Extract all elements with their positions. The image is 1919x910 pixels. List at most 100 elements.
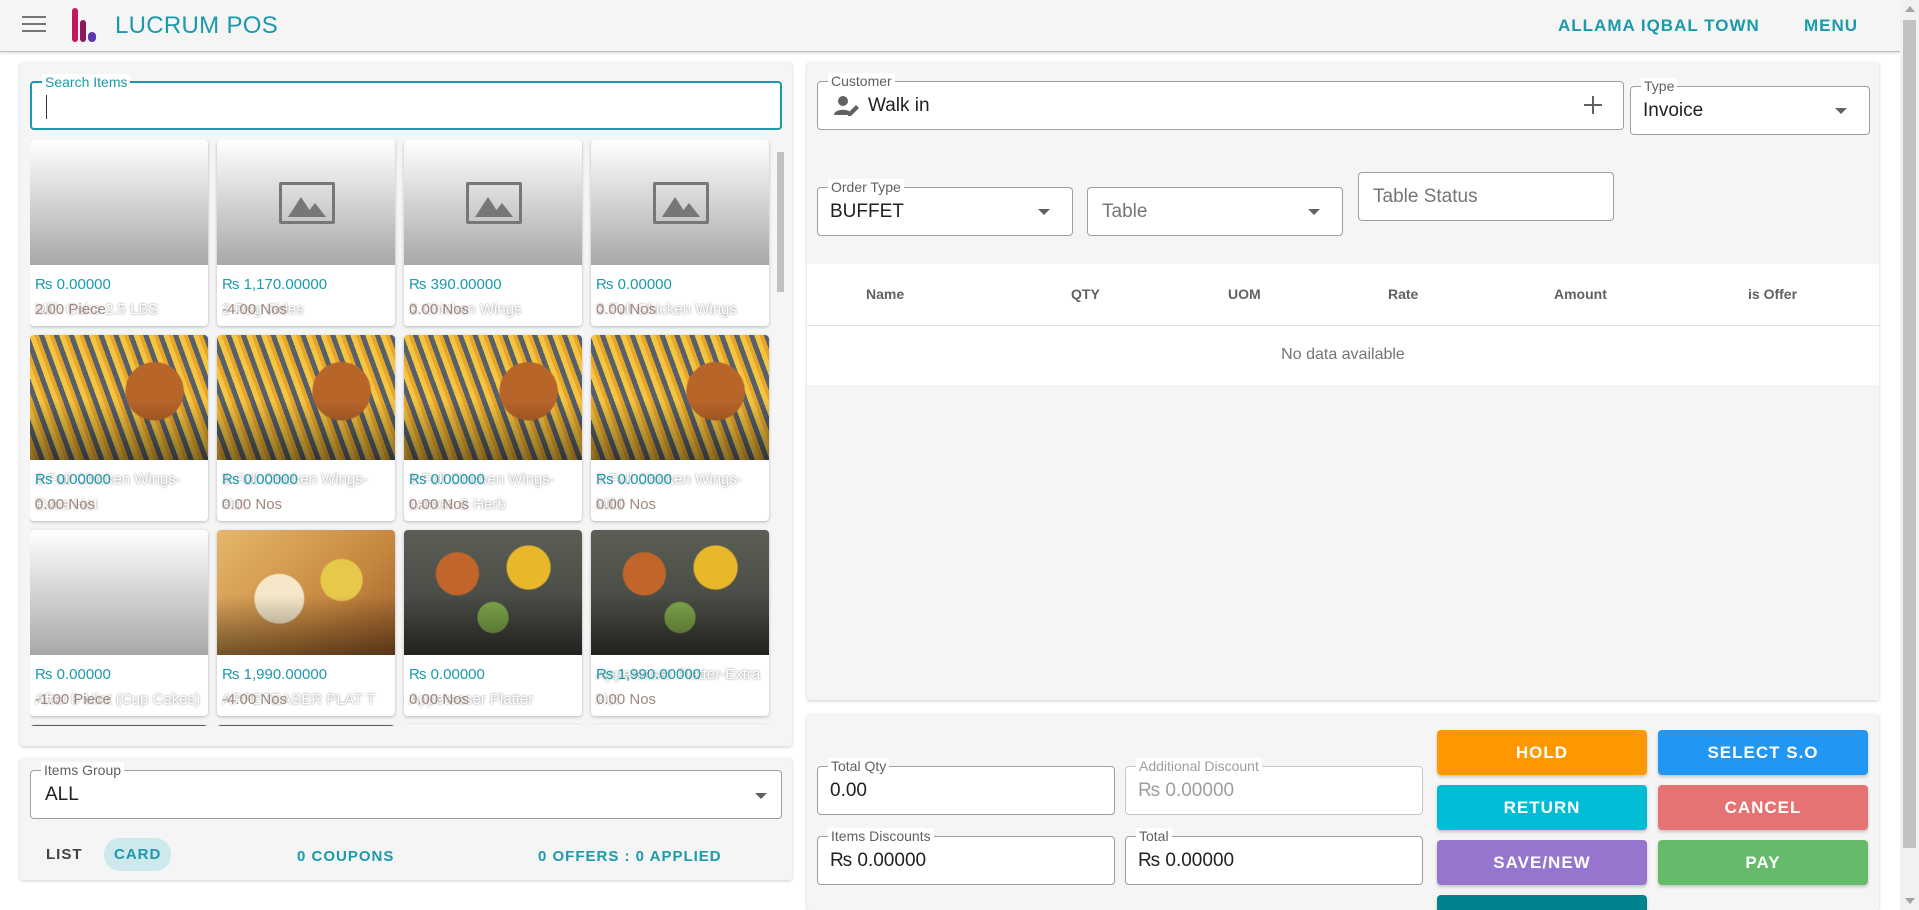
total-label: Total — [1136, 828, 1172, 844]
image-placeholder-icon — [279, 182, 335, 224]
offers-button[interactable]: 0 OFFERS : 0 APPLIED — [538, 848, 722, 865]
type-select[interactable]: Type Invoice — [1630, 78, 1870, 135]
page-scrollbar[interactable] — [1900, 0, 1919, 910]
pay-button[interactable]: PAY — [1658, 840, 1868, 885]
item-card[interactable]: Appeteaser Platter ₨ 0.00000 0.00 Nos — [404, 530, 582, 716]
item-image — [404, 335, 582, 460]
app-bar: LUCRUM POS ALLAMA IQBAL TOWN MENU — [0, 0, 1900, 52]
column-header-is-offer[interactable]: is Offer — [1748, 286, 1797, 302]
item-image — [404, 725, 582, 726]
order-items-table: Name QTY UOM Rate Amount is Offer No dat… — [807, 264, 1879, 385]
total-field[interactable]: Total ₨ 0.00000 — [1125, 828, 1423, 885]
items-discounts-value: ₨ 0.00000 — [830, 850, 927, 871]
location-button[interactable]: ALLAMA IQBAL TOWN — [1558, 16, 1760, 36]
customer-label: Customer — [828, 73, 895, 89]
item-card[interactable]: 3 Chicken Wings ₨ 390.00000 0.00 Nos — [404, 140, 582, 326]
scroll-up-icon[interactable] — [1905, 6, 1915, 12]
tab-list[interactable]: LIST — [36, 838, 93, 871]
item-card[interactable]: After 8 Mint (Cup Cakes) ₨ 0.00000 -1.00… — [30, 530, 208, 716]
item-price: ₨ 1,170.00000 — [222, 276, 328, 293]
item-price: ₨ 0.00000 — [35, 276, 111, 293]
table-status-field[interactable]: Table Status — [1358, 172, 1614, 221]
item-qty: -1.00 Piece — [35, 691, 111, 708]
customer-field[interactable]: Customer Walk in — [817, 73, 1624, 130]
item-qty: 0.00 Nos — [596, 301, 657, 318]
hamburger-menu-icon[interactable] — [22, 16, 46, 34]
totals-panel: Total Qty 0.00 Additional Discount ₨ 0.0… — [807, 714, 1879, 910]
text-cursor — [46, 95, 47, 119]
item-price: ₨ 0.00000 — [35, 666, 111, 683]
column-header-rate[interactable]: Rate — [1388, 286, 1418, 302]
coupons-button[interactable]: 0 COUPONS — [297, 848, 394, 865]
page-scroll-thumb[interactable] — [1903, 20, 1916, 848]
items-group-label: Items Group — [41, 762, 125, 778]
item-qty: 0.00 Nos — [409, 496, 470, 513]
item-price: ₨ 1,990.00000 — [596, 666, 702, 683]
column-header-name[interactable]: Name — [866, 286, 904, 302]
column-header-uom[interactable]: UOM — [1228, 286, 1261, 302]
chevron-down-icon — [1308, 209, 1320, 215]
save-new-button[interactable]: SAVE/NEW — [1437, 840, 1647, 885]
items-scroll-thumb[interactable] — [777, 152, 784, 292]
type-value: Invoice — [1643, 100, 1704, 121]
add-customer-icon[interactable] — [1582, 94, 1604, 116]
edit-account-icon — [834, 96, 859, 116]
item-image — [404, 140, 582, 265]
item-card[interactable] — [591, 725, 769, 726]
item-image — [30, 140, 208, 265]
search-input[interactable]: Search Items — [30, 74, 782, 130]
item-card[interactable]: Milk Cake 2.5 LBS ₨ 0.00000 2.00 Piece — [30, 140, 208, 326]
order-type-select[interactable]: Order Type BUFFET — [817, 179, 1073, 236]
scroll-down-icon[interactable] — [1905, 898, 1915, 904]
order-type-label: Order Type — [828, 179, 904, 195]
items-discounts-field[interactable]: Items Discounts ₨ 0.00000 — [817, 828, 1115, 885]
item-card[interactable] — [217, 725, 395, 726]
item-card[interactable]: APPETEASER PLAT T ₨ 1,990.00000 -4.00 No… — [217, 530, 395, 716]
item-image — [591, 725, 769, 726]
search-label: Search Items — [42, 74, 131, 90]
item-image — [591, 140, 769, 265]
return-button[interactable]: RETURN — [1437, 785, 1647, 830]
item-qty: 0.00 Nos — [596, 496, 657, 513]
item-card[interactable]: 3 Full Chicken Wings-Mild ₨ 0.00000 0.00… — [591, 335, 769, 521]
total-qty-value: 0.00 — [830, 780, 867, 801]
hold-button[interactable]: HOLD — [1437, 730, 1647, 775]
select-so-button[interactable]: SELECT S.O — [1658, 730, 1868, 775]
item-qty: -4.00 Nos — [222, 691, 288, 708]
item-image — [30, 530, 208, 655]
cancel-button[interactable]: CANCEL — [1658, 785, 1868, 830]
item-image — [591, 335, 769, 460]
item-price: ₨ 0.00000 — [596, 276, 672, 293]
menu-button[interactable]: MENU — [1804, 16, 1858, 36]
items-scrollbar[interactable] — [775, 140, 785, 726]
table-status-placeholder: Table Status — [1373, 186, 1478, 207]
tab-card[interactable]: CARD — [104, 838, 172, 871]
column-header-amount[interactable]: Amount — [1554, 286, 1607, 302]
item-price: ₨ 0.00000 — [409, 471, 485, 488]
invoice-panel: Customer Walk in Type Invoice Order Type… — [807, 62, 1879, 700]
item-price: ₨ 390.00000 — [409, 276, 502, 293]
total-qty-field[interactable]: Total Qty 0.00 — [817, 758, 1115, 815]
additional-discount-field[interactable]: Additional Discount ₨ 0.00000 — [1125, 758, 1423, 815]
item-card[interactable] — [30, 725, 208, 726]
brand-suffix: POS — [226, 12, 279, 39]
item-card[interactable] — [404, 725, 582, 726]
item-image — [217, 140, 395, 265]
total-value: ₨ 0.00000 — [1138, 850, 1235, 871]
item-qty: 0.00 Nos — [35, 496, 96, 513]
column-header-qty[interactable]: QTY — [1071, 286, 1100, 302]
items-group-select[interactable]: Items Group ALL — [30, 762, 782, 819]
extra-action-button[interactable] — [1437, 895, 1647, 910]
item-card[interactable]: 3 Full Chicken Wings ₨ 0.00000 0.00 Nos — [591, 140, 769, 326]
item-card[interactable]: 2 Reg Sides ₨ 1,170.00000 -4.00 Nos — [217, 140, 395, 326]
item-card[interactable]: 3 Full Chicken Wings-Lemon & Herb ₨ 0.00… — [404, 335, 582, 521]
item-card[interactable]: 3 Full Chicken Wings-Extra Hot ₨ 0.00000… — [30, 335, 208, 521]
item-qty: 2.00 Piece — [35, 301, 106, 318]
item-card[interactable]: 3 Full Chicken Wings-Hot ₨ 0.00000 0.00 … — [217, 335, 395, 521]
item-image — [591, 530, 769, 655]
item-card[interactable]: Appeteaser Platter-Extra Hot ₨ 1,990.000… — [591, 530, 769, 716]
order-type-value: BUFFET — [830, 201, 904, 222]
table-select[interactable]: Table — [1087, 187, 1343, 236]
lucrum-logo-icon — [72, 8, 96, 42]
brand-title: LUCRUM POS — [115, 12, 278, 40]
